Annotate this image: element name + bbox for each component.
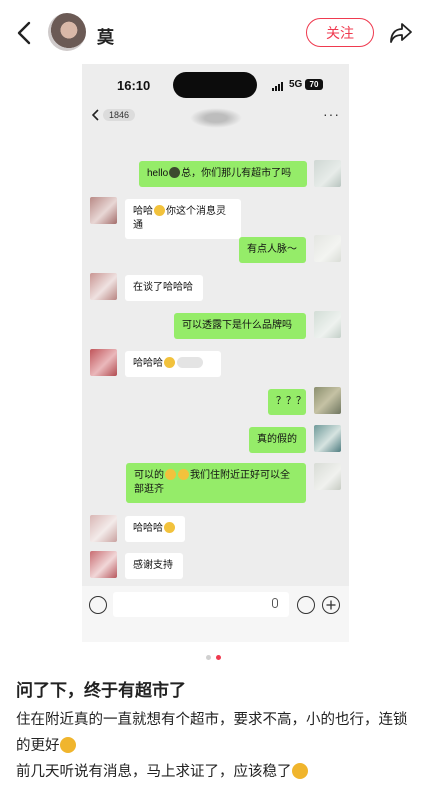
plus-icon[interactable] bbox=[322, 596, 340, 614]
message-bubble[interactable]: hello 总，你们那儿有超市了吗 bbox=[139, 161, 307, 187]
blurred-contact-name bbox=[190, 108, 242, 128]
message-bubble[interactable]: 哈哈 你这个消息灵通 bbox=[125, 199, 241, 239]
message-bubble[interactable]: 哈哈哈 bbox=[125, 516, 185, 542]
my-avatar bbox=[314, 311, 341, 338]
mic-icon[interactable] bbox=[272, 598, 278, 608]
plus-glyph bbox=[326, 600, 336, 610]
message-bubble[interactable]: 感谢支持 bbox=[125, 553, 183, 579]
chat-header: 1846 ··· bbox=[82, 106, 349, 132]
emoji-icon bbox=[154, 205, 165, 216]
emoji-icon bbox=[164, 522, 175, 533]
my-avatar bbox=[314, 235, 341, 262]
message-bubble[interactable]: 哈哈哈 bbox=[125, 351, 221, 377]
message-bubble[interactable]: ？？？ bbox=[268, 389, 306, 415]
back-icon[interactable] bbox=[14, 20, 36, 46]
carousel-dot[interactable] bbox=[206, 655, 211, 660]
top-bar: 莫 关注 bbox=[0, 0, 427, 66]
my-avatar bbox=[314, 160, 341, 187]
signal-icon bbox=[272, 81, 283, 91]
message-bubble[interactable]: 在谈了哈哈哈 bbox=[125, 275, 203, 301]
message-bubble[interactable]: 有点人脉～ bbox=[239, 237, 306, 263]
contact-avatar bbox=[90, 551, 117, 578]
emoji-icon bbox=[165, 469, 176, 480]
chat-screenshot[interactable]: 16:10 5G 70 1846 ··· hello 总，你们那儿有超市了吗 哈哈… bbox=[82, 64, 349, 642]
more-icon[interactable]: ··· bbox=[323, 106, 340, 122]
unread-count: 1846 bbox=[103, 109, 136, 121]
network-label: 5G bbox=[289, 79, 303, 90]
chat-back-button[interactable]: 1846 bbox=[92, 109, 136, 121]
share-icon[interactable] bbox=[388, 20, 414, 46]
message-input[interactable] bbox=[113, 592, 289, 617]
emoji-picker-icon[interactable] bbox=[297, 596, 315, 614]
blurred-sticker-icon bbox=[177, 357, 203, 368]
post-line: 住在附近真的一直就想有个超市，要求不高，小的也行，连锁的更好 bbox=[16, 712, 408, 754]
carousel-indicator bbox=[206, 655, 221, 660]
battery-level: 70 bbox=[309, 80, 319, 89]
message-bubble[interactable]: 可以的 我们住附近正好可以全部逛齐 bbox=[126, 463, 306, 503]
my-avatar bbox=[314, 425, 341, 452]
post-body: 住在附近真的一直就想有个超市，要求不高，小的也行，连锁的更好 前几天听说有消息，… bbox=[16, 707, 416, 785]
contact-avatar bbox=[90, 273, 117, 300]
message-bubble[interactable]: 真的假的 bbox=[249, 427, 306, 453]
emoji-icon bbox=[164, 357, 175, 368]
post-title: 问了下，终于有超市了 bbox=[16, 681, 186, 700]
chevron-left-icon bbox=[92, 109, 99, 121]
my-avatar bbox=[314, 387, 341, 414]
status-bar: 16:10 5G 70 bbox=[82, 64, 349, 106]
post-line: 前几天听说有消息，马上求证了，应该稳了 bbox=[16, 759, 416, 785]
contact-avatar bbox=[90, 515, 117, 542]
my-avatar bbox=[314, 463, 341, 490]
chat-input-bar bbox=[82, 586, 349, 642]
carousel-dot-active[interactable] bbox=[216, 655, 221, 660]
contact-avatar bbox=[90, 349, 117, 376]
dynamic-island bbox=[173, 72, 257, 98]
emoji-icon bbox=[59, 737, 76, 753]
follow-button[interactable]: 关注 bbox=[306, 18, 374, 47]
contact-avatar bbox=[90, 197, 117, 224]
emoji-icon bbox=[169, 167, 181, 178]
voice-icon[interactable] bbox=[89, 596, 107, 614]
avatar[interactable] bbox=[48, 13, 86, 51]
emoji-icon bbox=[178, 469, 189, 480]
battery-icon: 70 bbox=[305, 79, 323, 90]
thumbs-up-icon bbox=[291, 763, 308, 779]
message-bubble[interactable]: 可以透露下是什么品牌吗 bbox=[174, 313, 306, 339]
status-time: 16:10 bbox=[117, 78, 151, 93]
author-name[interactable]: 莫 bbox=[97, 23, 114, 48]
